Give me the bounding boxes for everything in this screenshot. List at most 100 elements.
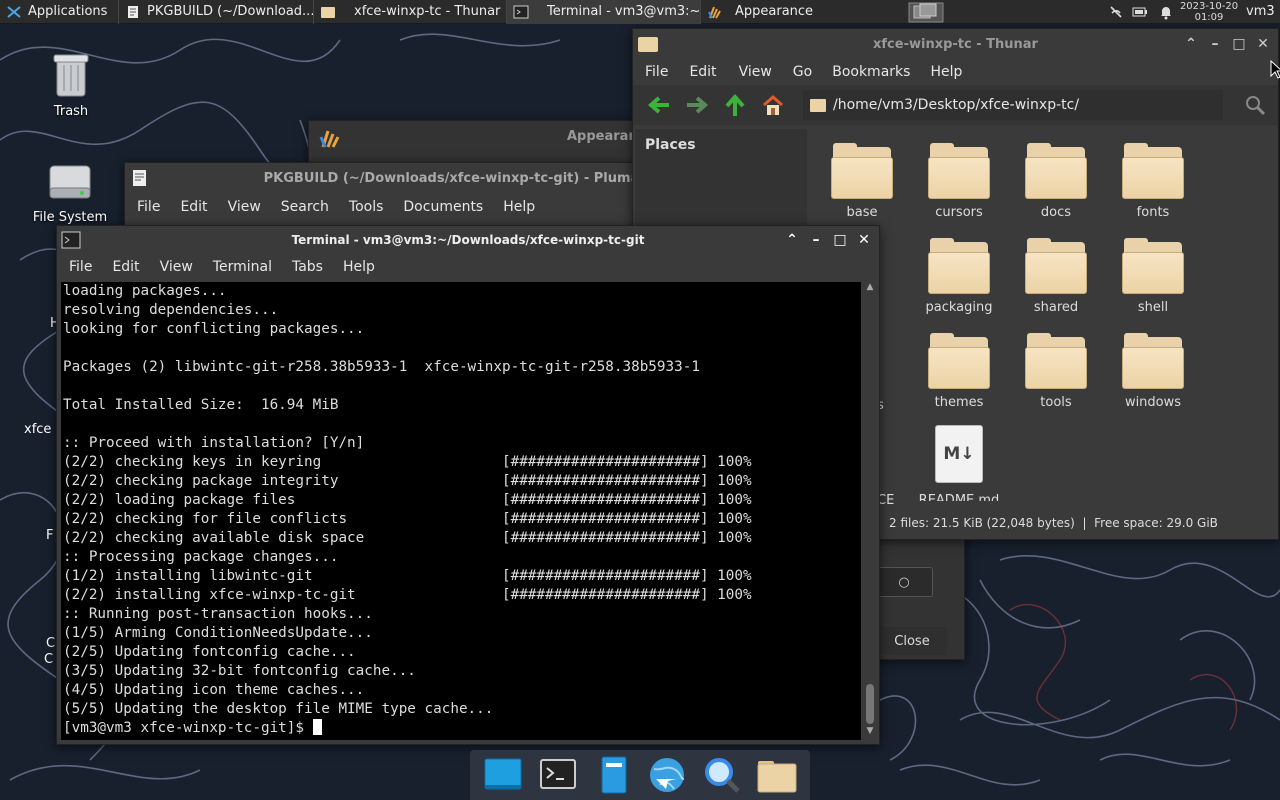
terminal-line: (2/5) Updating fontconfig cache... bbox=[63, 644, 356, 660]
taskbar-item-pluma[interactable]: PKGBUILD (~/Download... bbox=[118, 0, 313, 24]
item-label: fonts bbox=[1136, 205, 1170, 220]
folder-item[interactable]: cursors bbox=[914, 143, 1004, 220]
shade-button[interactable]: ⌃ bbox=[1184, 36, 1198, 52]
taskbar-item-appearance[interactable]: Appearance bbox=[700, 0, 894, 24]
item-label: tools bbox=[1040, 395, 1072, 410]
thunar-titlebar[interactable]: xfce-winxp-tc - Thunar ⌃ – □ ✕ bbox=[633, 29, 1278, 59]
desktop-icon-trash[interactable]: Trash bbox=[31, 50, 111, 119]
file-item-readme[interactable]: M↓ README.md bbox=[914, 425, 1004, 501]
terminal-line: Packages (2) libwintc-git-r258.38b5933-1… bbox=[63, 359, 700, 375]
taskbar-item-thunar[interactable]: xfce-winxp-tc - Thunar bbox=[313, 0, 506, 24]
user-menu[interactable]: vm3 bbox=[1240, 0, 1280, 24]
maximize-button[interactable]: □ bbox=[1232, 36, 1246, 52]
shade-button[interactable]: ⌃ bbox=[785, 232, 799, 248]
folder-item[interactable]: tools bbox=[1011, 333, 1101, 410]
maximize-button[interactable]: □ bbox=[833, 232, 847, 248]
menu-edit[interactable]: Edit bbox=[102, 259, 149, 275]
appearance-toggle[interactable]: ○ bbox=[875, 567, 933, 597]
notification-bell-icon[interactable] bbox=[1152, 0, 1178, 24]
search-icon[interactable] bbox=[1244, 94, 1266, 116]
appearance-icon bbox=[319, 130, 340, 148]
terminal-line: (2/2) loading package files [###########… bbox=[63, 492, 752, 508]
folder-item[interactable]: docs bbox=[1011, 143, 1101, 220]
appearance-close-button[interactable]: Close bbox=[877, 627, 947, 655]
menu-file[interactable]: File bbox=[635, 64, 678, 80]
search-icon[interactable] bbox=[701, 755, 743, 795]
status-text: 2 files: 21.5 KiB (22,048 bytes) | Free … bbox=[889, 516, 1218, 530]
back-arrow-icon[interactable] bbox=[647, 95, 671, 115]
scrollbar-thumb[interactable] bbox=[866, 684, 874, 724]
menu-tools[interactable]: Tools bbox=[339, 199, 394, 215]
applications-menu-button[interactable]: Applications bbox=[0, 0, 118, 24]
terminal-titlebar[interactable]: Terminal - vm3@vm3:~/Downloads/xfce-winx… bbox=[57, 226, 879, 253]
menu-help[interactable]: Help bbox=[920, 64, 972, 80]
menu-help[interactable]: Help bbox=[493, 199, 545, 215]
menu-edit[interactable]: Edit bbox=[678, 64, 727, 80]
minimize-button[interactable]: – bbox=[809, 232, 823, 248]
minimize-button[interactable]: – bbox=[1208, 36, 1222, 52]
scroll-down-arrow[interactable]: ▼ bbox=[863, 726, 877, 740]
thunar-title: xfce-winxp-tc - Thunar bbox=[873, 36, 1038, 52]
clock[interactable]: 2023-10-20 01:09 bbox=[1178, 1, 1240, 23]
folder-item[interactable]: windows bbox=[1108, 333, 1198, 410]
menu-search[interactable]: Search bbox=[271, 199, 339, 215]
menu-edit[interactable]: Edit bbox=[170, 199, 217, 215]
menu-go[interactable]: Go bbox=[783, 64, 822, 80]
menu-tabs[interactable]: Tabs bbox=[282, 259, 333, 275]
terminal-icon[interactable] bbox=[537, 755, 579, 795]
menu-terminal[interactable]: Terminal bbox=[203, 259, 282, 275]
terminal-output[interactable]: loading packages... resolving dependencie… bbox=[61, 282, 861, 740]
menu-file[interactable]: File bbox=[127, 199, 170, 215]
forward-arrow-icon[interactable] bbox=[685, 95, 709, 115]
window-controls: ⌃–□ ✕ bbox=[785, 226, 871, 253]
folder-item[interactable]: packaging bbox=[914, 238, 1004, 315]
menu-help[interactable]: Help bbox=[333, 259, 385, 275]
taskbar-item-label: xfce-winxp-tc - Thunar bbox=[354, 4, 501, 19]
terminal-icon bbox=[61, 231, 81, 249]
up-arrow-icon[interactable] bbox=[723, 94, 747, 116]
battery-icon[interactable] bbox=[1126, 0, 1152, 24]
clock-date: 2023-10-20 bbox=[1179, 0, 1239, 12]
workspace-switcher[interactable] bbox=[900, 0, 952, 24]
menu-view[interactable]: View bbox=[728, 64, 783, 80]
close-button[interactable]: ✕ bbox=[857, 232, 871, 248]
text-editor-icon[interactable] bbox=[592, 755, 634, 795]
menu-documents[interactable]: Documents bbox=[393, 199, 493, 215]
terminal-line: Total Installed Size: 16.94 MiB bbox=[63, 397, 339, 413]
menu-bookmarks[interactable]: Bookmarks bbox=[822, 64, 920, 80]
taskbar-item-terminal[interactable]: Terminal - vm3@vm3:~/... bbox=[506, 0, 700, 24]
menu-file[interactable]: File bbox=[59, 259, 102, 275]
desktop-icon[interactable] bbox=[482, 755, 524, 795]
web-browser-icon[interactable] bbox=[646, 755, 688, 795]
window-controls: ⌃–□ ✕ bbox=[1184, 29, 1270, 59]
item-label: windows bbox=[1124, 395, 1182, 410]
folder-icon bbox=[1025, 143, 1087, 199]
file-manager-icon[interactable] bbox=[756, 755, 798, 795]
home-icon[interactable] bbox=[761, 94, 785, 116]
terminal-scrollbar[interactable]: ▲ ▼ bbox=[863, 282, 877, 740]
close-button[interactable]: ✕ bbox=[1256, 36, 1270, 52]
folder-item[interactable]: fonts bbox=[1108, 143, 1198, 220]
folder-icon bbox=[928, 238, 990, 294]
terminal-line: (5/5) Updating the desktop file MIME typ… bbox=[63, 701, 494, 717]
hard-drive-icon bbox=[49, 165, 91, 199]
workspace-switcher-icon bbox=[908, 2, 944, 22]
folder-icon bbox=[321, 6, 335, 18]
folder-item[interactable]: shell bbox=[1108, 238, 1198, 315]
menu-view[interactable]: View bbox=[150, 259, 203, 275]
menu-view[interactable]: View bbox=[218, 199, 271, 215]
desktop-partial-label: C bbox=[46, 636, 56, 651]
terminal-line: looking for conflicting packages... bbox=[63, 321, 365, 337]
network-off-icon[interactable] bbox=[1102, 0, 1126, 24]
scroll-up-arrow[interactable]: ▲ bbox=[863, 282, 877, 296]
folder-item[interactable]: shared bbox=[1011, 238, 1101, 315]
markdown-file-icon: M↓ bbox=[935, 425, 983, 483]
terminal-prompt[interactable]: [vm3@vm3 xfce-winxp-tc-git]$ bbox=[63, 719, 861, 738]
folder-item[interactable]: themes bbox=[914, 333, 1004, 410]
folder-item[interactable]: base bbox=[817, 143, 907, 220]
location-bar[interactable]: /home/vm3/Desktop/xfce-winxp-tc/ bbox=[803, 90, 1223, 120]
desktop-icon-filesystem[interactable]: File System bbox=[30, 162, 110, 225]
terminal-line: (2/2) installing xfce-winxp-tc-git [####… bbox=[63, 587, 752, 603]
terminal-line: (1/2) installing libwintc-git [#########… bbox=[63, 568, 752, 584]
